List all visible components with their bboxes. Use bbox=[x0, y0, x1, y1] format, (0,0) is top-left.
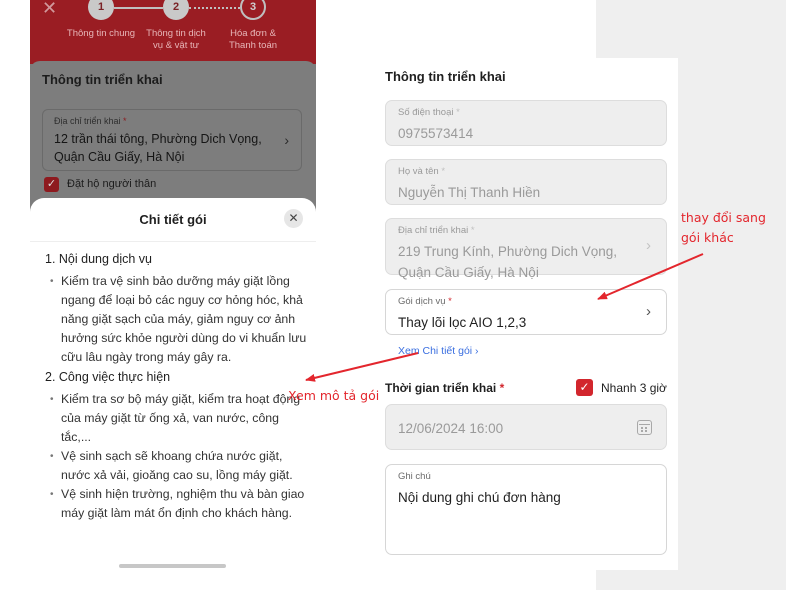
proxy-checkbox[interactable]: ✓ bbox=[44, 177, 59, 192]
canvas: ✕ 1 2 3 Thông tin chung Thông tin dịch v… bbox=[0, 0, 786, 590]
chevron-right-icon: › bbox=[646, 303, 651, 320]
close-icon[interactable]: ✕ bbox=[42, 0, 60, 18]
package-detail-link[interactable]: Xem Chi tiết gói › bbox=[398, 345, 479, 357]
phone-label: Số điện thoại * bbox=[398, 107, 460, 118]
annotation-change-package: thay đổi sang gói khác bbox=[681, 210, 766, 245]
package-label: Gói dịch vụ * bbox=[398, 296, 452, 307]
section-title: Thông tin triển khai bbox=[385, 69, 506, 84]
home-indicator bbox=[119, 564, 226, 568]
stepper-header: ✕ 1 2 3 Thông tin chung Thông tin dịch v… bbox=[30, 0, 316, 64]
note-textarea[interactable]: Ghi chú Nội dung ghi chú đơn hàng bbox=[385, 464, 667, 555]
chevron-right-icon: › bbox=[284, 132, 289, 148]
chevron-right-icon: › bbox=[646, 237, 651, 254]
section-title: Thông tin triển khai bbox=[42, 72, 163, 87]
package-select[interactable]: Gói dịch vụ * Thay lõi lọc AIO 1,2,3 › bbox=[385, 289, 667, 335]
address-label: Địa chỉ triển khai * bbox=[398, 225, 475, 236]
bullet-list: Kiểm tra sơ bộ máy giặt, kiểm tra hoạt đ… bbox=[45, 390, 307, 523]
step-1-indicator: 1 bbox=[88, 0, 114, 20]
divider bbox=[30, 241, 316, 242]
name-value: Nguyễn Thị Thanh Hiền bbox=[398, 185, 541, 200]
step-1-label: Thông tin chung bbox=[66, 28, 136, 39]
address-value: 219 Trung Kính, Phường Dich Vọng, Quận C… bbox=[398, 244, 618, 280]
note-value: Nội dung ghi chú đơn hàng bbox=[398, 490, 561, 505]
step-connector bbox=[189, 7, 240, 9]
name-label: Họ và tên * bbox=[398, 166, 446, 177]
left-phone-screen: ✕ 1 2 3 Thông tin chung Thông tin dịch v… bbox=[30, 0, 316, 590]
deploy-info-form: Thông tin triển khai Số điện thoại * 097… bbox=[377, 58, 678, 570]
list-item: Vệ sinh hiện trường, nghiệm thu và bàn g… bbox=[45, 485, 307, 523]
section-heading: 1. Nội dung dịch vụ bbox=[45, 252, 153, 266]
phone-value: 0975573414 bbox=[398, 126, 474, 141]
package-value: Thay lõi lọc AIO 1,2,3 bbox=[398, 315, 527, 330]
step-connector bbox=[114, 7, 163, 9]
deploy-time-value: 12/06/2024 16:00 bbox=[398, 421, 504, 436]
phone-field: Số điện thoại * 0975573414 bbox=[385, 100, 667, 146]
section-heading: 2. Công việc thực hiện bbox=[45, 370, 171, 384]
name-field: Họ và tên * Nguyễn Thị Thanh Hiền bbox=[385, 159, 667, 205]
deploy-time-field[interactable]: 12/06/2024 16:00 bbox=[385, 404, 667, 450]
package-detail-sheet: Chi tiết gói ✕ 1. Nội dung dịch vụ Kiểm … bbox=[30, 198, 316, 590]
list-item: Kiểm tra sơ bộ máy giặt, kiểm tra hoạt đ… bbox=[45, 390, 307, 447]
proxy-checkbox-label: Đặt hộ người thân bbox=[67, 178, 157, 190]
step-2-label: Thông tin dịch vụ & vật tư bbox=[146, 28, 206, 51]
fast-option-checkbox[interactable]: ✓ bbox=[576, 379, 593, 396]
bullet-list: Kiểm tra vệ sinh bảo dưỡng máy giặt lồng… bbox=[45, 272, 307, 367]
sheet-title: Chi tiết gói bbox=[139, 212, 207, 227]
address-field: Địa chỉ triển khai * 219 Trung Kính, Phư… bbox=[385, 218, 667, 280]
step-3-indicator: 3 bbox=[240, 0, 266, 20]
step-2-indicator: 2 bbox=[163, 0, 189, 20]
close-icon[interactable]: ✕ bbox=[284, 209, 303, 228]
list-item: Vệ sinh sạch sẽ khoang chứa nước giặt, n… bbox=[45, 447, 307, 485]
address-value: 12 trần thái tông, Phường Dich Vọng, Quậ… bbox=[54, 132, 262, 164]
fast-option-label: Nhanh 3 giờ bbox=[601, 381, 667, 395]
deploy-time-label: Thời gian triển khai * bbox=[385, 381, 505, 395]
note-label: Ghi chú bbox=[398, 471, 431, 482]
annotation-view-description: Xem mô tả gói bbox=[288, 388, 380, 403]
list-item: Kiểm tra vệ sinh bảo dưỡng máy giặt lồng… bbox=[45, 272, 307, 367]
calendar-icon bbox=[637, 420, 652, 435]
address-label: Địa chỉ triển khai * bbox=[54, 116, 127, 126]
chevron-right-icon: › bbox=[475, 345, 479, 357]
address-field[interactable]: Địa chỉ triển khai * 12 trần thái tông, … bbox=[42, 109, 302, 171]
step-3-label: Hóa đơn & Thanh toán bbox=[228, 28, 278, 51]
